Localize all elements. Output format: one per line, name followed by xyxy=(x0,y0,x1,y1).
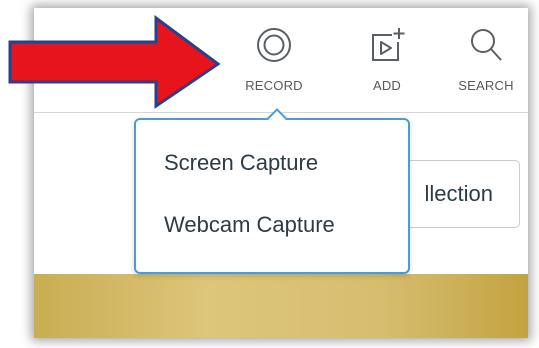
menu-item-screen-capture[interactable]: Screen Capture xyxy=(164,150,318,176)
record-icon xyxy=(255,26,293,64)
menu-item-webcam-capture[interactable]: Webcam Capture xyxy=(164,212,335,238)
gold-banner xyxy=(34,274,528,338)
search-icon xyxy=(467,26,505,64)
add-media-icon xyxy=(368,26,406,64)
record-button[interactable]: RECORD xyxy=(234,26,314,93)
screenshot-frame: RECORD ADD SEARCH llection Screen Captur… xyxy=(0,0,539,348)
search-button[interactable]: SEARCH xyxy=(446,26,526,93)
collection-button-label: llection xyxy=(424,181,493,206)
record-dropdown-menu: Screen Capture Webcam Capture xyxy=(134,108,410,274)
add-button[interactable]: ADD xyxy=(347,26,427,93)
annotation-arrow xyxy=(8,15,221,109)
search-label: SEARCH xyxy=(458,78,514,93)
record-label: RECORD xyxy=(245,78,303,93)
add-label: ADD xyxy=(372,78,402,93)
